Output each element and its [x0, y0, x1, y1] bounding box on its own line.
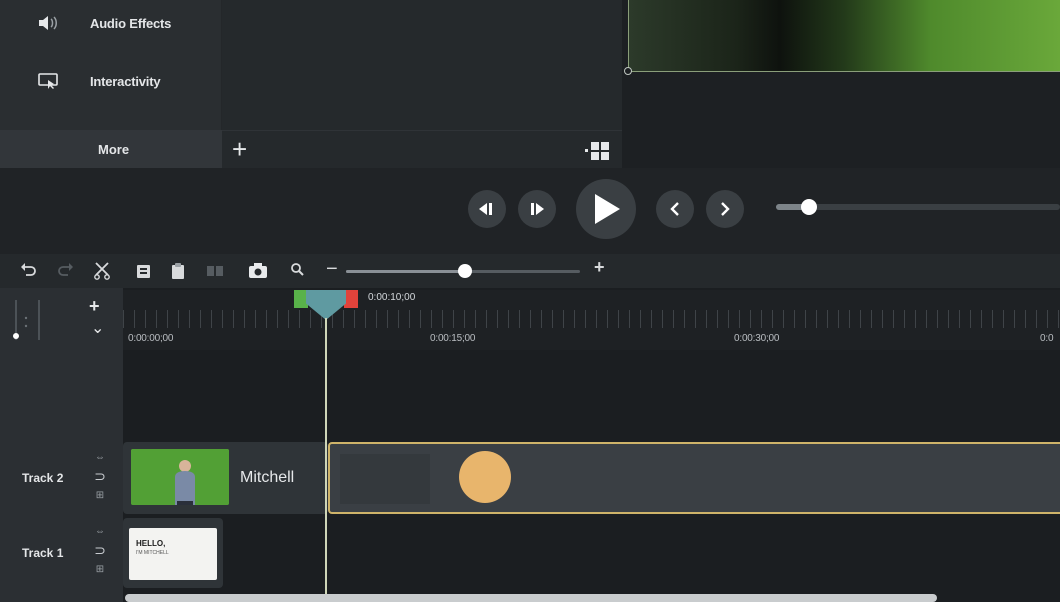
scrubber-handle[interactable]	[801, 199, 817, 215]
empty-track-area[interactable]	[123, 350, 1060, 442]
redo-icon[interactable]	[58, 262, 74, 280]
zoom-out-button[interactable]: −	[326, 258, 338, 281]
ruler-label: 0:00:30;00	[734, 333, 780, 344]
clip-thumbnail-subtext: I'M MITCHELL	[136, 550, 169, 556]
track-size-slider[interactable]	[12, 298, 46, 342]
media-panel: +	[222, 0, 622, 168]
paste-icon[interactable]	[170, 262, 186, 280]
resize-handle[interactable]	[624, 67, 632, 75]
plus-icon[interactable]: +	[232, 135, 247, 163]
canvas-preview[interactable]	[628, 0, 1060, 72]
interactivity-icon	[28, 71, 68, 91]
clip-name: Mitchell	[240, 469, 295, 486]
zoom-icon[interactable]	[290, 262, 304, 278]
tools-sidebar: Audio Effects Interactivity More	[0, 0, 222, 168]
step-back-button[interactable]	[468, 190, 506, 228]
lock-icon[interactable]: ⊞	[92, 490, 108, 502]
step-forward-icon	[531, 203, 544, 215]
magnet-icon[interactable]: ⊃	[92, 469, 108, 483]
step-forward-button[interactable]	[518, 190, 556, 228]
sidebar-more-label: More	[98, 141, 130, 157]
annotation-circle[interactable]	[459, 451, 511, 503]
sidebar-item-more[interactable]: More	[0, 130, 222, 168]
speaker-icon	[28, 13, 68, 33]
lock-icon[interactable]: ⊞	[92, 564, 108, 576]
camera-icon[interactable]	[248, 262, 268, 280]
selected-clip[interactable]	[328, 442, 1060, 514]
timeline-scrollbar[interactable]	[125, 594, 937, 602]
clip-segment	[340, 454, 430, 504]
cut-icon[interactable]	[94, 262, 110, 280]
link-icon[interactable]: ⇔	[92, 452, 108, 464]
playhead-time: 0:00:10;00	[368, 292, 416, 303]
ruler-label: 0:00:00;00	[128, 333, 174, 344]
copy-icon[interactable]	[136, 262, 152, 280]
zoom-slider-handle[interactable]	[458, 264, 472, 278]
next-marker-button[interactable]	[706, 190, 744, 228]
sidebar-item-interactivity[interactable]: Interactivity	[0, 58, 222, 104]
grid-view-icon[interactable]	[584, 140, 610, 162]
previous-icon	[670, 202, 679, 216]
magnet-icon[interactable]: ⊃	[92, 543, 108, 557]
play-icon	[595, 194, 620, 224]
playback-scrubber[interactable]	[776, 204, 1060, 210]
playhead-line	[325, 318, 327, 602]
sidebar-item-audio-effects[interactable]: Audio Effects	[0, 0, 222, 46]
link-icon[interactable]: ⇔	[92, 526, 108, 538]
zoom-in-button[interactable]: +	[594, 257, 605, 278]
clip-thumbnail-text: HELLO,	[136, 539, 166, 548]
out-point-marker[interactable]	[344, 290, 358, 308]
chevron-down-icon[interactable]: ⌄	[91, 318, 104, 338]
sidebar-item-label: Interactivity	[90, 73, 161, 89]
add-track-button[interactable]: +	[89, 296, 100, 317]
split-icon[interactable]	[206, 262, 224, 280]
step-back-icon	[479, 203, 492, 215]
track-label: Track 2	[22, 471, 64, 485]
zoom-slider-fill	[346, 270, 464, 273]
ruler-ticks	[123, 310, 1060, 328]
sidebar-item-label: Audio Effects	[90, 15, 172, 31]
ruler-label: 0:0	[1040, 333, 1054, 344]
clip-thumbnail	[131, 449, 229, 505]
track-label: Track 1	[22, 546, 64, 560]
play-button[interactable]	[576, 179, 636, 239]
ruler-label: 0:00:15;00	[430, 333, 476, 344]
in-point-marker[interactable]	[294, 290, 308, 308]
next-icon	[721, 202, 730, 216]
previous-marker-button[interactable]	[656, 190, 694, 228]
media-panel-footer: +	[222, 130, 622, 168]
undo-icon[interactable]	[20, 262, 36, 280]
